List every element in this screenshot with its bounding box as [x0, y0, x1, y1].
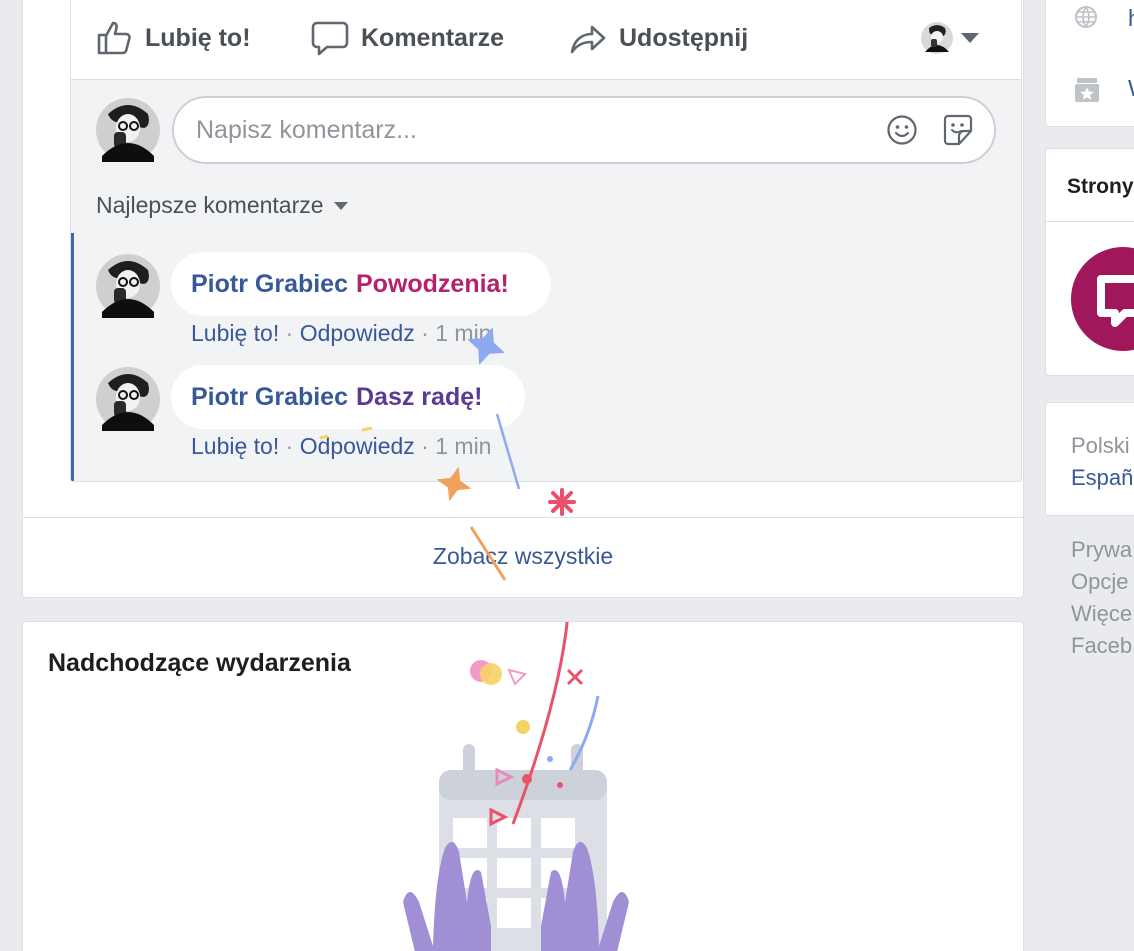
chevron-down-icon: [961, 33, 979, 43]
comment-timestamp[interactable]: 1 min: [435, 320, 491, 346]
comment-author[interactable]: Piotr Grabiec: [191, 270, 348, 299]
shortcut-link[interactable]: h: [1128, 5, 1134, 32]
divider: [1046, 221, 1134, 222]
chevron-down-icon: [333, 201, 348, 210]
language-card: Polski Españ: [1045, 402, 1134, 516]
see-all-link[interactable]: Zobacz wszystkie: [23, 543, 1023, 570]
comment-actions: Lubię to! · Odpowiedz · 1 min: [191, 433, 491, 460]
comment-bubble: Piotr Grabiec Powodzenia!: [171, 252, 551, 316]
comment-like-link[interactable]: Lubię to!: [191, 320, 279, 346]
avatar[interactable]: [96, 367, 160, 431]
comment-input[interactable]: [196, 112, 836, 148]
thumbs-up-icon: [97, 21, 131, 55]
comment-text: Dasz radę!: [356, 382, 483, 411]
like-button[interactable]: Lubię to!: [95, 18, 251, 58]
comments-section: Lubię to! Komentarze Udostępnij Napisz k…: [70, 0, 1022, 482]
pages-card: Strony: [1045, 148, 1134, 376]
upcoming-events-card: Nadchodzące wydarzenia: [22, 621, 1024, 951]
current-language: Polski: [1071, 433, 1130, 458]
comment-label: Komentarze: [361, 23, 505, 52]
comment-sort-label: Najlepsze komentarze: [96, 192, 324, 218]
comment-button[interactable]: Komentarze: [311, 18, 504, 58]
globe-icon: [1075, 6, 1097, 28]
comment-bubble: Piotr Grabiec Dasz radę!: [171, 365, 525, 429]
comment-reply-link[interactable]: Odpowiedz: [300, 433, 415, 459]
share-arrow-icon: [570, 25, 606, 54]
shortcuts-card: h W: [1045, 0, 1134, 127]
language-link[interactable]: Españ: [1071, 465, 1133, 491]
smiley-icon[interactable]: [886, 114, 918, 146]
footer-link[interactable]: Faceb: [1071, 630, 1134, 662]
shop-icon: [1075, 78, 1099, 102]
avatar[interactable]: [96, 254, 160, 318]
avatar: [921, 22, 953, 54]
like-label: Lubię to!: [145, 23, 251, 52]
footer-link[interactable]: Więce: [1071, 598, 1134, 630]
footer-link[interactable]: Opcje: [1071, 566, 1134, 598]
comment-author[interactable]: Piotr Grabiec: [191, 383, 348, 412]
comment-like-link[interactable]: Lubię to!: [191, 433, 279, 459]
post-action-bar: Lubię to! Komentarze Udostępnij: [71, 0, 1021, 80]
page-logo-icon[interactable]: [1071, 247, 1134, 351]
calendar-hands-illustration: [403, 622, 629, 951]
comment-sort-menu[interactable]: Najlepsze komentarze: [96, 192, 348, 219]
footer-link[interactable]: Prywa: [1071, 534, 1134, 566]
divider: [23, 517, 1023, 518]
footer-links: Prywa Opcje Więce Faceb: [1071, 534, 1134, 662]
comment-text: Powodzenia!: [356, 269, 509, 298]
share-label: Udostępnij: [619, 23, 749, 52]
pages-header: Strony: [1067, 175, 1134, 198]
post-card: Lubię to! Komentarze Udostępnij Napisz k…: [22, 0, 1024, 598]
comment-timestamp[interactable]: 1 min: [435, 433, 491, 459]
sticker-icon[interactable]: [942, 113, 974, 147]
avatar: [96, 98, 160, 162]
comment-reply-link[interactable]: Odpowiedz: [300, 320, 415, 346]
new-comments-indicator: [71, 233, 74, 481]
comment-composer: [172, 96, 996, 164]
separator: ·: [285, 433, 294, 459]
separator: ·: [421, 433, 429, 459]
shortcut-link[interactable]: W: [1128, 75, 1134, 102]
separator: ·: [285, 320, 294, 346]
comment-as-selector[interactable]: [921, 22, 979, 54]
speech-bubble-icon: [311, 21, 349, 56]
separator: ·: [421, 320, 429, 346]
share-button[interactable]: Udostępnij: [569, 18, 748, 58]
comment-actions: Lubię to! · Odpowiedz · 1 min: [191, 320, 491, 347]
